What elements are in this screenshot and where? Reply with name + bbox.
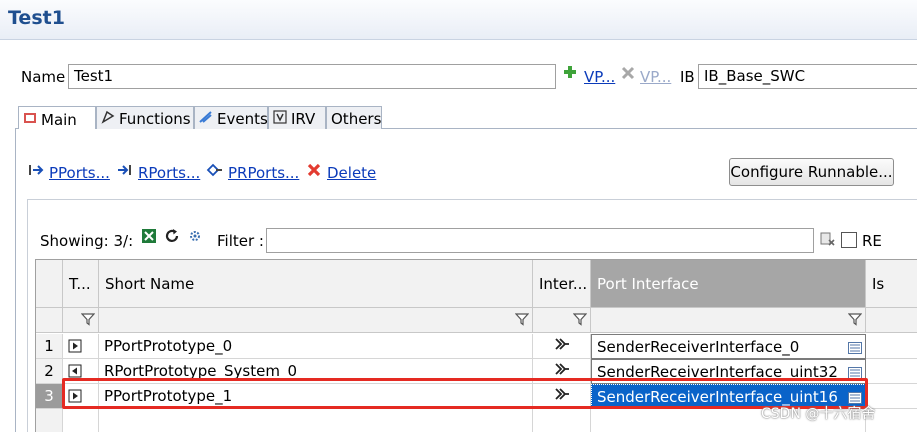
remove-x-icon[interactable] xyxy=(621,66,635,84)
is-cell xyxy=(866,359,917,384)
column-header-short-name[interactable]: Short Name xyxy=(99,260,533,308)
interface-type-cell xyxy=(533,334,591,359)
table-row-type xyxy=(63,384,99,409)
tab-main[interactable]: Main xyxy=(18,106,96,130)
column-header-interface-type[interactable]: Inter... xyxy=(533,260,591,308)
delete-link[interactable]: Delete xyxy=(327,164,376,182)
filter-label: Filter : xyxy=(217,232,264,250)
watermark: CSDN @十六宿舍 xyxy=(761,406,876,422)
empty-cell xyxy=(63,409,99,432)
prports-link[interactable]: PRPorts... xyxy=(228,164,299,182)
column-header-is[interactable]: Is xyxy=(866,260,917,308)
short-name-cell[interactable]: PPortPrototype_0 xyxy=(99,334,533,359)
empty-row-number xyxy=(36,409,63,432)
tab-functions[interactable]: Functions xyxy=(96,106,194,129)
empty-cell xyxy=(533,409,591,432)
port-interface-combo[interactable]: SenderReceiverInterface_0 xyxy=(591,334,866,359)
refresh-icon[interactable] xyxy=(164,228,180,248)
funnel-icon[interactable] xyxy=(514,312,530,330)
sender-receiver-icon xyxy=(554,362,570,380)
tab-others[interactable]: Others xyxy=(326,106,382,129)
events-tab-icon xyxy=(199,110,213,128)
port-interface-filter-cell[interactable] xyxy=(591,308,866,333)
pports-link[interactable]: PPorts... xyxy=(49,164,110,182)
list-select-icon[interactable] xyxy=(848,340,862,358)
editor-title-bar: Test1 xyxy=(0,0,917,40)
main-tab-icon xyxy=(23,111,37,129)
sender-receiver-icon xyxy=(554,337,570,355)
row-number-header xyxy=(36,260,63,308)
pport-type-icon xyxy=(68,389,82,407)
excel-export-icon[interactable] xyxy=(141,228,157,248)
tab-events-label: Events xyxy=(217,110,268,128)
list-select-icon[interactable] xyxy=(848,365,862,383)
clear-filter-icon[interactable] xyxy=(820,231,836,251)
pport-add-icon[interactable] xyxy=(28,163,46,181)
interface-type-cell xyxy=(533,359,591,384)
funnel-icon[interactable] xyxy=(80,312,96,330)
remove-vp-link: VP... xyxy=(640,68,672,86)
is-cell xyxy=(866,334,917,359)
type-filter-cell[interactable] xyxy=(63,308,99,333)
table-row-type xyxy=(63,359,99,384)
tab-functions-label: Functions xyxy=(119,110,191,128)
tab-events[interactable]: Events xyxy=(194,106,268,129)
sender-receiver-icon xyxy=(554,387,570,405)
tab-main-label: Main xyxy=(41,110,77,129)
filter-input[interactable] xyxy=(266,228,814,253)
editor-title: Test1 xyxy=(8,7,65,29)
funnel-icon[interactable] xyxy=(572,312,588,330)
settings-gear-icon[interactable] xyxy=(188,229,202,247)
column-header-type[interactable]: T... xyxy=(63,260,99,308)
short-name-cell[interactable]: PPortPrototype_1 xyxy=(99,384,533,409)
filter-row-corner xyxy=(36,308,63,333)
tab-irv-label: IRV xyxy=(291,110,316,128)
port-interface-combo[interactable]: SenderReceiverInterface_uint32 xyxy=(591,359,866,384)
port-interface-value: SenderReceiverInterface_uint32 xyxy=(597,363,838,381)
add-vp-link[interactable]: VP... xyxy=(584,68,615,86)
configure-runnable-button[interactable]: Configure Runnable... xyxy=(729,158,894,186)
short-name-cell[interactable]: RPortPrototype_System_0 xyxy=(99,359,533,384)
functions-tab-icon xyxy=(101,110,115,128)
column-header-port-interface[interactable]: Port Interface xyxy=(591,260,866,308)
short-name-filter-cell[interactable] xyxy=(99,308,533,333)
delete-icon[interactable] xyxy=(307,163,321,181)
tab-irv[interactable]: IRV xyxy=(268,106,326,129)
empty-cell xyxy=(99,409,533,432)
row-number[interactable]: 2 xyxy=(36,359,63,384)
rport-type-icon xyxy=(68,364,82,382)
name-field[interactable]: Test1 xyxy=(68,64,556,89)
regex-checkbox[interactable] xyxy=(841,232,857,248)
pport-type-icon xyxy=(68,339,82,357)
plus-icon[interactable] xyxy=(563,65,577,83)
interface-filter-cell[interactable] xyxy=(533,308,591,333)
showing-count: Showing: 3/: xyxy=(40,232,134,250)
tab-others-label: Others xyxy=(331,110,382,128)
prport-add-icon[interactable] xyxy=(206,163,224,181)
ib-field[interactable]: IB_Base_SWC xyxy=(698,64,917,89)
name-label: Name xyxy=(21,68,66,86)
regex-label: RE xyxy=(862,232,882,250)
ib-label: IB xyxy=(680,68,695,86)
is-filter-cell xyxy=(866,308,917,333)
funnel-icon[interactable] xyxy=(847,312,863,330)
interface-type-cell xyxy=(533,384,591,409)
irv-tab-icon xyxy=(273,110,287,128)
rport-add-icon[interactable] xyxy=(116,163,134,181)
port-interface-value: SenderReceiverInterface_0 xyxy=(597,338,800,356)
row-number[interactable]: 3 xyxy=(36,384,63,409)
table-row-type xyxy=(63,334,99,359)
rports-link[interactable]: RPorts... xyxy=(138,164,200,182)
row-number[interactable]: 1 xyxy=(36,334,63,359)
